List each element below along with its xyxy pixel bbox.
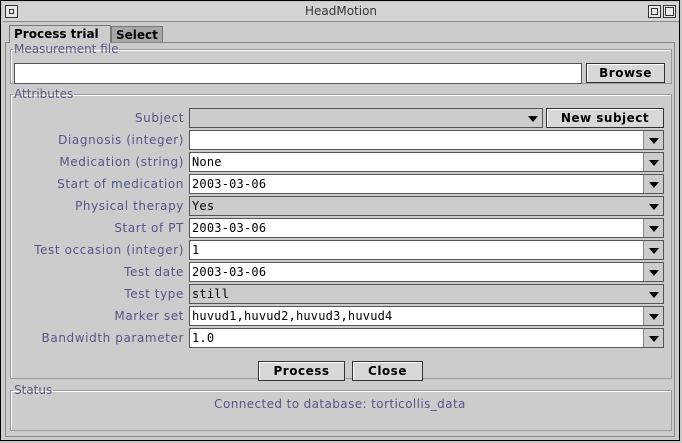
test-type-value: still [192, 287, 230, 301]
chevron-down-icon[interactable] [643, 153, 663, 171]
tab-process-trial[interactable]: Process trial [9, 25, 111, 43]
chevron-down-icon[interactable] [644, 197, 663, 215]
test-occasion-value: 1 [192, 243, 200, 257]
maximize-icon[interactable] [663, 5, 676, 18]
close-button[interactable]: Close [352, 361, 423, 381]
start-pt-value: 2003-03-06 [192, 221, 267, 235]
start-medication-select[interactable]: 2003-03-06 [189, 174, 664, 194]
start-pt-label: Start of PT [114, 221, 184, 235]
test-occasion-label: Test occasion (integer) [34, 243, 184, 257]
bandwidth-label: Bandwidth parameter [41, 331, 184, 345]
start-medication-value: 2003-03-06 [192, 177, 267, 191]
chevron-down-icon[interactable] [643, 241, 663, 259]
chevron-down-icon[interactable] [643, 263, 663, 281]
physical-therapy-label: Physical therapy [75, 199, 184, 213]
chevron-down-icon[interactable] [643, 329, 663, 347]
restore-icon[interactable] [648, 5, 661, 18]
medication-select[interactable]: None [189, 152, 664, 172]
chevron-down-icon[interactable] [643, 175, 663, 193]
window-title: HeadMotion [304, 4, 378, 18]
medication-value: None [192, 155, 222, 169]
test-date-select[interactable]: 2003-03-06 [189, 262, 664, 282]
diagnosis-label: Diagnosis (integer) [58, 133, 184, 147]
medication-label: Medication (string) [59, 155, 184, 169]
process-button[interactable]: Process [258, 361, 345, 381]
subject-select[interactable] [189, 108, 543, 128]
bandwidth-value: 1.0 [192, 331, 215, 345]
attributes-legend: Attributes [14, 87, 74, 101]
start-pt-select[interactable]: 2003-03-06 [189, 218, 664, 238]
diagnosis-select[interactable] [189, 130, 664, 150]
test-occasion-select[interactable]: 1 [189, 240, 664, 260]
browse-button[interactable]: Browse [586, 63, 665, 83]
main-content: Process trial Select Measurement file Br… [5, 23, 677, 439]
test-date-label: Test date [124, 265, 184, 279]
marker-set-label: Marker set [114, 309, 184, 323]
chevron-down-icon[interactable] [643, 131, 663, 149]
marker-set-value: huvud1,huvud2,huvud3,huvud4 [192, 309, 393, 323]
measurement-file-input[interactable] [14, 63, 582, 84]
test-date-value: 2003-03-06 [192, 265, 267, 279]
start-medication-label: Start of medication [57, 177, 184, 191]
chevron-down-icon[interactable] [643, 307, 663, 325]
status-area: Connected to database: torticollis_data [10, 397, 670, 427]
test-type-select[interactable]: still [189, 284, 664, 304]
test-type-label: Test type [124, 287, 184, 301]
measurement-file-legend: Measurement file [14, 42, 119, 56]
app-window: HeadMotion Process trial Select Measurem… [0, 0, 680, 441]
tab-panel: Measurement file Browse Attributes Subje… [5, 42, 675, 437]
chevron-down-icon[interactable] [643, 219, 663, 237]
title-bar[interactable]: HeadMotion [3, 3, 679, 22]
chevron-down-icon[interactable] [644, 285, 663, 303]
status-text: Connected to database: torticollis_data [214, 397, 466, 411]
bandwidth-select[interactable]: 1.0 [189, 328, 664, 348]
marker-set-select[interactable]: huvud1,huvud2,huvud3,huvud4 [189, 306, 664, 326]
subject-label: Subject [134, 111, 184, 125]
physical-therapy-select[interactable]: Yes [189, 196, 664, 216]
status-legend: Status [14, 383, 53, 397]
new-subject-button[interactable]: New subject [546, 108, 664, 128]
tab-select[interactable]: Select [111, 26, 163, 43]
chevron-down-icon[interactable] [523, 109, 542, 127]
physical-therapy-value: Yes [192, 199, 215, 213]
